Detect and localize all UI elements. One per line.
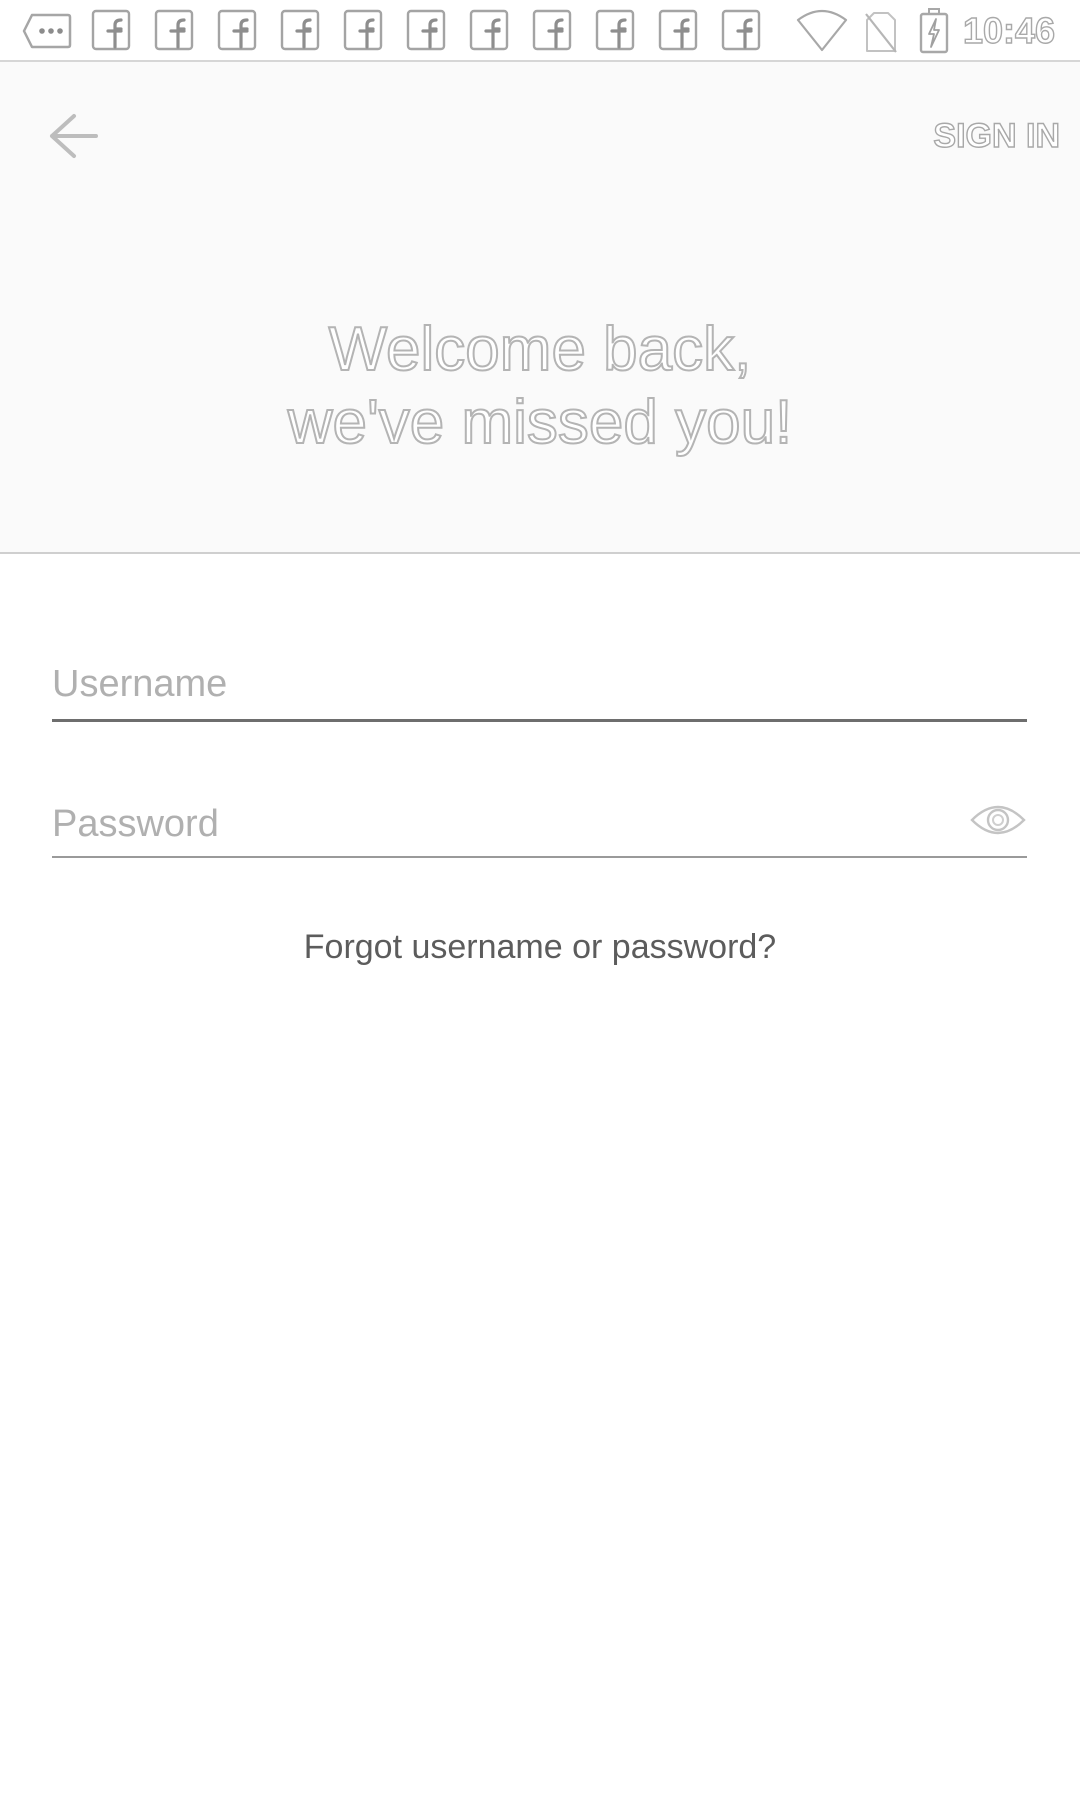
- sign-in-button[interactable]: SIGN IN: [933, 116, 1061, 156]
- arrow-left-icon[interactable]: [44, 108, 100, 164]
- eye-icon[interactable]: [969, 798, 1027, 842]
- battery-charging-icon: [919, 8, 949, 54]
- status-bar: 10:46: [0, 0, 1080, 62]
- welcome-title: Welcome back,: [328, 314, 753, 385]
- facebook-icon: [469, 9, 509, 51]
- facebook-icon: [532, 9, 572, 51]
- welcome-subtitle: we've missed you!: [287, 387, 794, 458]
- username-input[interactable]: [52, 656, 952, 712]
- facebook-icon: [721, 9, 761, 51]
- no-sim-icon: [865, 12, 897, 53]
- forgot-credentials-link[interactable]: Forgot username or password?: [0, 928, 1080, 967]
- facebook-icon: [280, 9, 320, 51]
- password-field[interactable]: [52, 780, 1027, 858]
- facebook-icon: [154, 9, 194, 51]
- username-field[interactable]: [52, 640, 1027, 722]
- facebook-icon: [343, 9, 383, 51]
- status-time: 10:46: [962, 9, 1056, 51]
- facebook-icon: [406, 9, 446, 51]
- login-header: SIGN IN Welcome back, we've missed you!: [0, 62, 1080, 554]
- wifi-icon: [796, 9, 848, 52]
- facebook-icon: [91, 9, 131, 51]
- facebook-icon: [217, 9, 257, 51]
- facebook-icon: [595, 9, 635, 51]
- message-icon: [22, 13, 72, 49]
- password-input[interactable]: [52, 796, 952, 852]
- facebook-icon: [658, 9, 698, 51]
